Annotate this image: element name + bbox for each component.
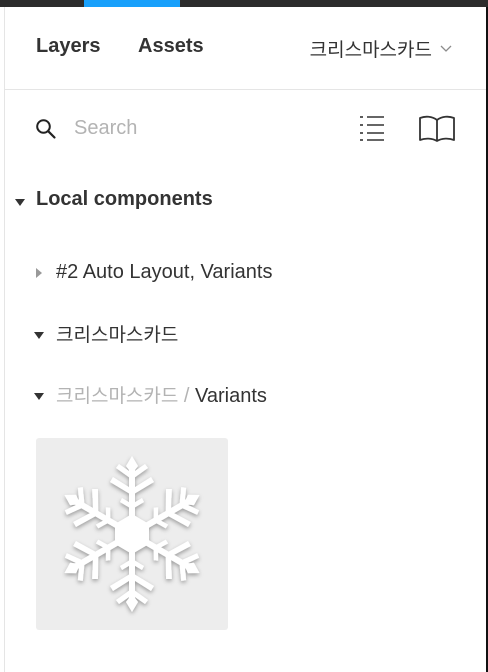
component-group-variants[interactable]: 크리스마스카드 / Variants [5, 376, 486, 410]
caret-right-icon [35, 266, 43, 284]
local-components-title: Local components [36, 188, 213, 210]
snowflake-icon [53, 456, 211, 612]
component-group-label: 크리스마스카드 [56, 324, 179, 346]
window-top-bar [0, 0, 488, 7]
page-picker-label: 크리스마스카드 [309, 39, 432, 61]
panel-tabs: Layers Assets 크리스마스카드 [5, 7, 486, 90]
list-view-icon[interactable] [358, 114, 386, 147]
tab-assets[interactable]: Assets [138, 35, 204, 58]
component-group-christmas-card[interactable]: 크리스마스카드 [5, 315, 486, 349]
search-bar [5, 90, 486, 168]
component-group-label: #2 Auto Layout, Variants [56, 261, 273, 283]
path-current: Variants [195, 385, 267, 407]
caret-down-icon [33, 328, 45, 346]
active-tab-indicator [84, 0, 180, 7]
tab-layers[interactable]: Layers [36, 35, 101, 58]
component-group-path: 크리스마스카드 / Variants [56, 381, 267, 408]
component-group-auto-layout[interactable]: #2 Auto Layout, Variants [5, 256, 486, 290]
path-parent: 크리스마스카드 [56, 385, 179, 407]
path-separator: / [178, 385, 196, 407]
caret-down-icon [14, 195, 26, 213]
caret-down-icon [33, 389, 45, 407]
library-book-icon[interactable] [417, 115, 457, 148]
local-components-header[interactable]: Local components [5, 183, 486, 219]
search-icon [35, 118, 57, 145]
search-input[interactable] [74, 114, 324, 142]
page-picker[interactable]: 크리스마스카드 [310, 35, 452, 62]
chevron-down-icon [440, 45, 452, 53]
component-thumbnail-snowflake[interactable] [36, 438, 228, 630]
